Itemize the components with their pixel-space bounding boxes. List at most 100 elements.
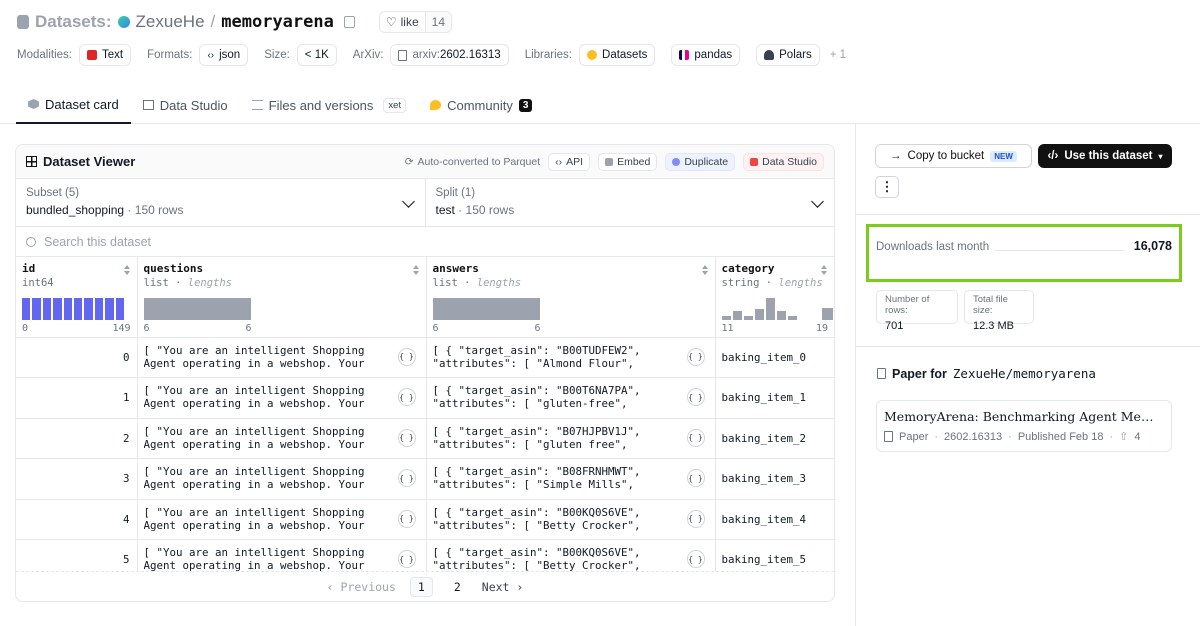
document-icon	[884, 431, 893, 442]
next-button[interactable]: Next ›	[482, 580, 524, 594]
tab-data-studio[interactable]: Data Studio	[131, 86, 240, 124]
library-chip-pandas[interactable]: pandas	[671, 44, 741, 66]
rows-stat: Number of rows: 701	[876, 290, 958, 332]
duplicate-button[interactable]: Duplicate	[665, 152, 736, 171]
cell-text: [ { "target_asin": "B00KQ0S6VE", "attrib…	[432, 505, 641, 532]
code-icon: ‹›	[555, 155, 563, 168]
table-row[interactable]: 2 [ "You are an intelligent Shopping Age…	[16, 418, 834, 459]
table-row[interactable]: 1 [ "You are an intelligent Shopping Age…	[16, 377, 834, 419]
histogram-bar	[22, 297, 31, 320]
cell-text: [ { "target_asin": "B08FRNHMWT", "attrib…	[432, 465, 641, 491]
answers-cell[interactable]: [ { "target_asin": "B00T6NA7PA", "attrib…	[426, 377, 716, 419]
copy-icon[interactable]	[343, 16, 355, 28]
expand-json-icon[interactable]: { }	[686, 550, 705, 568]
column-header-id[interactable]: id int64 0 149	[16, 257, 138, 338]
use-dataset-button[interactable]: ‹/› Use this dataset ▾	[1038, 144, 1172, 168]
sort-icon[interactable]	[123, 265, 131, 275]
library-chip-datasets[interactable]: Datasets	[579, 44, 656, 66]
like-button[interactable]: ♡ like 14	[378, 11, 452, 33]
answers-cell[interactable]: [ { "target_asin": "B07HJPBV1J", "attrib…	[426, 418, 716, 459]
answers-cell[interactable]: [ { "target_asin": "B00TUDFEW2", "attrib…	[426, 337, 716, 378]
page-1-button[interactable]: 1	[409, 576, 433, 597]
chat-icon	[430, 100, 442, 110]
repo-name[interactable]: memoryarena	[221, 12, 334, 32]
column-type: string	[721, 277, 760, 289]
split-rows: 150 rows	[465, 203, 515, 217]
tab-dataset-card[interactable]: Dataset card	[16, 86, 131, 124]
tab-community[interactable]: Community 3	[418, 86, 544, 124]
histogram-bar	[63, 297, 72, 320]
expand-json-icon[interactable]: { }	[397, 347, 416, 366]
category-cell: baking_item_3	[715, 458, 834, 500]
subset-value: bundled_shopping	[26, 203, 125, 217]
histogram-bar	[743, 315, 753, 320]
table-row[interactable]: 0 [ "You are an intelligent Shopping Age…	[16, 337, 834, 378]
arxiv-prefix: arxiv:	[412, 49, 440, 61]
page-2-button[interactable]: 2	[447, 578, 468, 596]
paper-card[interactable]: MemoryArena: Benchmarking Agent Memory i…	[876, 400, 1172, 452]
auto-converted-link[interactable]: ⟳ Auto-converted to Parquet	[405, 156, 540, 168]
subset-select[interactable]: Subset (5) bundled_shopping · 150 rows	[16, 179, 425, 226]
sidebar-divider	[856, 346, 1200, 347]
copy-to-bucket-button[interactable]: → Copy to bucket NEW	[875, 144, 1032, 168]
heart-icon: ♡	[385, 15, 397, 29]
dataset-viewer: Dataset Viewer ⟳ Auto-converted to Parque…	[15, 144, 835, 602]
expand-json-icon[interactable]: { }	[397, 550, 416, 568]
column-header-answers[interactable]: answers list · lengths 66	[426, 257, 716, 338]
answers-cell[interactable]: [ { "target_asin": "B08FRNHMWT", "attrib…	[426, 458, 716, 500]
split-select[interactable]: Split (1) test · 150 rows	[424, 179, 835, 226]
copy-bucket-label: Copy to bucket	[907, 150, 985, 162]
category-histogram	[721, 297, 833, 320]
expand-json-icon[interactable]: { }	[397, 388, 416, 406]
expand-json-icon[interactable]: { }	[686, 469, 705, 487]
arxiv-id: 2602.16313	[439, 49, 501, 61]
expand-json-icon[interactable]: { }	[397, 509, 416, 528]
expand-json-icon[interactable]: { }	[397, 469, 416, 487]
expand-json-icon[interactable]: { }	[686, 509, 705, 528]
questions-cell[interactable]: [ "You are an intelligent Shopping Agent…	[137, 499, 427, 540]
id-histogram	[22, 297, 124, 320]
questions-cell[interactable]: [ "You are an intelligent Shopping Agent…	[137, 418, 427, 459]
paper-title[interactable]: MemoryArena: Benchmarking Agent Memory i…	[884, 409, 1164, 424]
embed-button[interactable]: Embed	[598, 152, 658, 171]
format-chip[interactable]: ‹› json	[199, 44, 249, 66]
table-row[interactable]: 4 [ "You are an intelligent Shopping Age…	[16, 499, 834, 540]
library-chip-polars[interactable]: Polars	[756, 44, 820, 66]
expand-json-icon[interactable]: { }	[686, 347, 705, 366]
questions-cell[interactable]: [ "You are an intelligent Shopping Agent…	[137, 458, 427, 500]
owner-link[interactable]: ZexueHe	[136, 12, 205, 32]
api-button[interactable]: ‹› API	[548, 152, 591, 171]
section-link[interactable]: Datasets:	[35, 12, 112, 32]
questions-cell[interactable]: [ "You are an intelligent Shopping Agent…	[137, 377, 427, 419]
tab-files[interactable]: Files and versions xet	[240, 86, 418, 124]
size-chip[interactable]: < 1K	[296, 44, 337, 66]
sort-icon[interactable]	[701, 265, 709, 275]
embed-label: Embed	[617, 155, 651, 168]
modality-chip[interactable]: Text	[78, 44, 132, 66]
questions-cell[interactable]: [ "You are an intelligent Shopping Agent…	[137, 337, 427, 378]
column-type: int64	[22, 277, 54, 289]
arxiv-chip[interactable]: arxiv: 2602.16313	[390, 44, 509, 66]
column-header-category[interactable]: category string · lengths 11 19	[715, 257, 834, 338]
questions-histogram	[143, 297, 251, 320]
column-header-questions[interactable]: questions list · lengths 66	[137, 257, 427, 338]
data-studio-button[interactable]: Data Studio	[743, 152, 824, 171]
histogram-bar	[53, 297, 62, 320]
histogram-bar	[821, 307, 833, 320]
search-icon	[26, 236, 36, 247]
api-label: API	[566, 155, 584, 168]
size-text: < 1K	[304, 49, 329, 61]
table-row[interactable]: 3 [ "You are an intelligent Shopping Age…	[16, 458, 834, 500]
search-input[interactable]: Search this dataset	[16, 227, 834, 257]
expand-json-icon[interactable]: { }	[397, 428, 416, 447]
expand-json-icon[interactable]: { }	[686, 428, 705, 447]
sort-icon[interactable]	[821, 265, 828, 275]
sort-icon[interactable]	[412, 265, 420, 275]
expand-json-icon[interactable]: { }	[686, 388, 705, 406]
more-libraries[interactable]: + 1	[830, 49, 846, 61]
more-options-button[interactable]: ⋮	[875, 176, 899, 198]
subset-rows: 150 rows	[134, 203, 184, 217]
paper-heading: Paper for ZexueHe/memoryarena	[877, 366, 1096, 381]
previous-button[interactable]: ‹ Previous	[327, 580, 396, 594]
answers-cell[interactable]: [ { "target_asin": "B00KQ0S6VE", "attrib…	[426, 499, 716, 540]
